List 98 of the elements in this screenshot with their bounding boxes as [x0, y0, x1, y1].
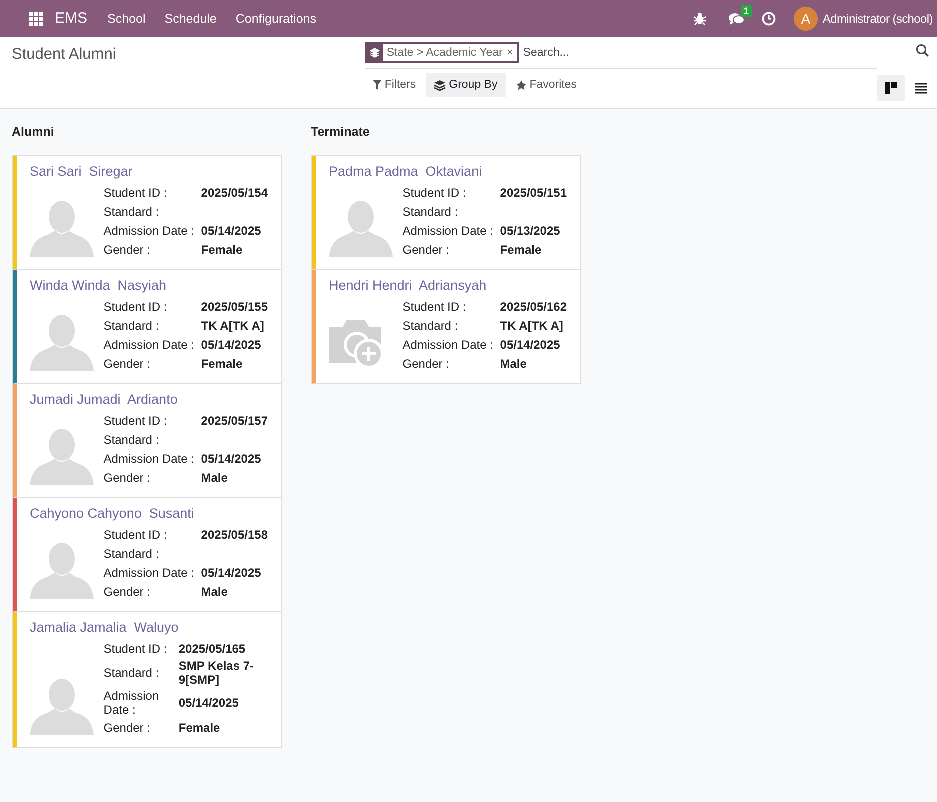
message-count-badge: 1	[740, 4, 752, 16]
person-placeholder-icon	[30, 199, 94, 257]
search-panel-button[interactable]: Filters	[364, 73, 424, 97]
student-name: Jumadi Jumadi Ardianto	[30, 392, 179, 407]
field-label: Standard :	[104, 546, 160, 560]
layers-icon	[370, 48, 380, 58]
search-icon[interactable]	[916, 44, 929, 57]
field-label: Student ID :	[104, 414, 168, 428]
menu-item[interactable]: Configurations	[236, 12, 316, 26]
user-name[interactable]: Administrator (school)	[822, 12, 933, 26]
person-placeholder-icon	[30, 313, 94, 371]
apps-menu-icon[interactable]	[29, 12, 43, 26]
student-name: Jamalia Jamalia Waluyo	[30, 620, 180, 635]
student-name: Hendri Hendri Adriansyah	[329, 278, 488, 293]
field-label: Student ID :	[104, 642, 168, 656]
field-label: Standard :	[104, 204, 160, 218]
field-value: 2025/05/165	[178, 642, 246, 656]
field-value: Male	[500, 356, 527, 370]
student-name: Padma Padma Oktaviani	[329, 164, 484, 179]
field-label: Student ID :	[402, 186, 466, 200]
field-label: Student ID :	[104, 300, 168, 314]
person-placeholder-icon	[30, 677, 94, 735]
list-icon	[915, 82, 927, 94]
field-value: 05/14/2025	[201, 566, 262, 580]
field-value: Female	[500, 242, 542, 256]
field-label: Standard :	[104, 666, 160, 680]
bug-icon[interactable]	[692, 12, 707, 26]
field-label: Gender :	[104, 356, 150, 370]
student-card[interactable]: Sari Sari Siregar Student ID : 2025/05/154 Standard : Admission Date : 05/14/2025 Gender : Female	[13, 156, 281, 270]
field-label: Admission Date :	[402, 224, 494, 238]
field-label: Standard :	[104, 318, 160, 332]
field-value: 05/14/2025	[500, 338, 560, 352]
remove-facet-button[interactable]: ×	[506, 46, 518, 58]
field-label: Student ID :	[104, 186, 168, 200]
field-value: 05/14/2025	[201, 224, 262, 238]
field-value: Female	[201, 356, 243, 370]
kanban-icon	[885, 82, 897, 94]
person-placeholder-icon	[30, 427, 94, 485]
layers-icon	[434, 80, 446, 90]
menu-item[interactable]: Schedule	[164, 12, 217, 26]
field-value: TK A[TK A]	[201, 318, 264, 332]
field-value: Male	[201, 584, 228, 598]
page-title: Student Alumni	[12, 46, 116, 63]
student-card[interactable]: Padma Padma Oktaviani Student ID : 2025/05/151 Standard : Admission Date : 05/13/2025 Gender : Female	[312, 156, 580, 270]
field-label: Admission Date :	[104, 338, 194, 352]
field-value: SMP Kelas 7-9[SMP]	[178, 659, 254, 687]
menu-item[interactable]: School	[108, 12, 146, 26]
student-card[interactable]: Jamalia Jamalia Waluyo Student ID : 2025/05/165 Standard : SMP Kelas 7-9[SMP] Admission Date : 05/14/2025 Gender : Female	[13, 612, 281, 748]
student-name: Winda Winda Nasyiah	[30, 278, 168, 293]
student-card[interactable]: Jumadi Jumadi Ardianto Student ID : 2025/05/157 Standard : Admission Date : 05/14/2025 Gender : Male	[13, 384, 281, 498]
field-label: Student ID :	[104, 528, 168, 542]
search-panel-button[interactable]: Group By	[426, 73, 506, 97]
field-label: Standard :	[402, 204, 458, 218]
field-label: Gender :	[402, 356, 450, 370]
field-label: Standard :	[104, 432, 160, 446]
field-label: Admission Date :	[402, 338, 494, 352]
field-value: TK A[TK A]	[500, 318, 564, 332]
student-name: Sari Sari Siregar	[30, 164, 134, 179]
facet-label: State > Academic Year	[386, 46, 504, 58]
field-label: Gender :	[402, 242, 450, 256]
field-value: Female	[201, 242, 243, 256]
chat-icon[interactable]	[728, 12, 745, 26]
field-label: Gender :	[104, 720, 150, 734]
field-value: Female	[178, 720, 220, 734]
search-panel-button[interactable]: Favorites	[508, 73, 585, 97]
student-name: Cahyono Cahyono Susanti	[30, 506, 196, 521]
field-value: 2025/05/157	[201, 414, 268, 428]
field-label: Student ID :	[402, 300, 466, 314]
field-value: 05/14/2025	[178, 696, 239, 710]
field-value: 2025/05/158	[201, 528, 268, 542]
field-value: 05/14/2025	[201, 338, 262, 352]
star-icon	[516, 80, 527, 90]
field-label: Admission Date :	[104, 224, 194, 238]
field-value: 2025/05/162	[500, 300, 567, 314]
field-value: 05/14/2025	[201, 452, 262, 466]
student-card[interactable]: Cahyono Cahyono Susanti Student ID : 2025/05/158 Standard : Admission Date : 05/14/2025 Gender : Male	[13, 498, 281, 612]
field-label: Gender :	[104, 242, 150, 256]
app-name[interactable]: EMS	[55, 10, 88, 27]
field-label: Standard :	[402, 318, 458, 332]
field-label: Admission Date :	[104, 689, 160, 717]
field-value: 05/13/2025	[500, 224, 560, 238]
column-title: Alumni	[12, 125, 56, 139]
filter-icon	[372, 80, 382, 90]
field-label: Admission Date :	[104, 566, 194, 580]
field-value: 2025/05/151	[500, 186, 567, 200]
field-value: 2025/05/155	[201, 300, 268, 314]
clock-icon[interactable]	[762, 12, 776, 26]
field-value: Male	[201, 470, 228, 484]
person-placeholder-icon	[30, 541, 94, 599]
field-label: Gender :	[104, 470, 150, 484]
student-card[interactable]: Hendri Hendri Adriansyah Student ID : 2025/05/162 Standard : TK A[TK A] Admission Date : 05/14/2025 Gender : Male	[312, 270, 580, 384]
kanban-view-button[interactable]	[877, 75, 905, 101]
column-title: Terminate	[311, 125, 371, 139]
student-card[interactable]: Winda Winda Nasyiah Student ID : 2025/05/155 Standard : TK A[TK A] Admission Date : 05/14/2025 Gender : Female	[13, 270, 281, 384]
field-label: Gender :	[104, 584, 150, 598]
person-placeholder-icon	[329, 199, 393, 257]
field-label: Admission Date :	[104, 452, 194, 466]
field-value: 2025/05/154	[201, 186, 268, 200]
